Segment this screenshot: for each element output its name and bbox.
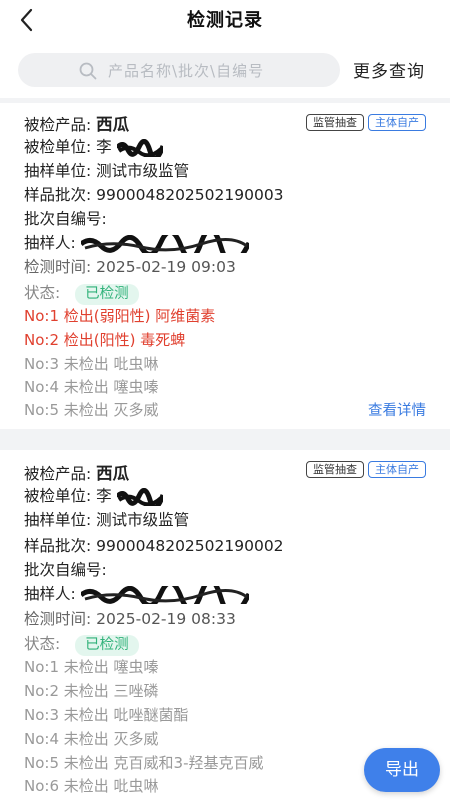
test-item: No:2 检出(阳性) 毒死蜱 xyxy=(24,331,186,349)
tag-group: 监管抽查 主体自产 xyxy=(306,114,426,131)
sampler-label: 抽样人: xyxy=(24,234,76,252)
test-item: No:4 未检出 噻虫嗪 xyxy=(24,378,159,396)
redacted-mark xyxy=(80,585,249,604)
redacted-mark xyxy=(116,487,163,506)
test-item: No:5 未检出 克百威和3-羟基克百威 xyxy=(24,754,264,772)
sampling-unit-value: 测试市级监管 xyxy=(96,162,190,180)
export-button[interactable]: 导出 xyxy=(364,748,440,792)
test-item: No:3 未检出 吡唑醚菌酯 xyxy=(24,706,189,724)
inspected-unit-row: 被检单位: 李 xyxy=(24,484,163,506)
test-item: No:6 未检出 吡虫啉 xyxy=(24,777,159,795)
inspected-unit-value: 李 xyxy=(96,487,112,505)
tag-self-produced: 主体自产 xyxy=(368,114,426,131)
test-item: No:1 检出(弱阳性) 阿维菌素 xyxy=(24,307,216,325)
tag-supervision: 监管抽查 xyxy=(306,461,364,478)
batch-label: 样品批次: xyxy=(24,537,92,555)
inspected-unit-row: 被检单位: 李 xyxy=(24,135,163,157)
sampling-unit-value: 测试市级监管 xyxy=(96,511,190,529)
sampling-unit-row: 抽样单位: 测试市级监管 xyxy=(24,508,189,530)
test-time-label: 检测时间: xyxy=(24,258,92,276)
search-bar: 产品名称\批次\自编号 更多查询 xyxy=(0,40,450,98)
test-item: No:2 未检出 三唑磷 xyxy=(24,682,159,700)
sampling-unit-row: 抽样单位: 测试市级监管 xyxy=(24,159,189,181)
search-icon xyxy=(78,61,98,81)
batch-value: 9900048202502190002 xyxy=(96,537,284,555)
tag-self-produced: 主体自产 xyxy=(368,461,426,478)
batch-row: 样品批次: 9900048202502190002 xyxy=(24,534,284,556)
batch-label: 样品批次: xyxy=(24,186,92,204)
inspected-unit-value: 李 xyxy=(96,138,112,156)
test-time-label: 检测时间: xyxy=(24,610,92,628)
product-label: 被检产品: xyxy=(24,116,92,134)
test-item: No:4 未检出 灭多威 xyxy=(24,730,159,748)
record-card[interactable]: 监管抽查 主体自产 被检产品: 西瓜 被检单位: 李 抽样单位: 测试市级监管 … xyxy=(0,103,450,429)
product-value: 西瓜 xyxy=(96,464,130,483)
redacted-mark xyxy=(80,234,249,253)
product-row: 被检产品: 西瓜 xyxy=(24,111,129,135)
status-badge: 已检测 xyxy=(75,635,139,656)
status-badge: 已检测 xyxy=(75,284,139,305)
sampling-unit-label: 抽样单位: xyxy=(24,162,92,180)
self-no-label: 批次自编号: xyxy=(24,561,107,579)
redacted-mark xyxy=(116,138,163,157)
batch-value: 9900048202502190003 xyxy=(96,186,284,204)
test-item: No:3 未检出 吡虫啉 xyxy=(24,355,159,373)
view-details-link[interactable]: 查看详情 xyxy=(368,399,426,420)
inspected-unit-label: 被检单位: xyxy=(24,487,92,505)
sampler-label: 抽样人: xyxy=(24,585,76,603)
test-item: No:1 未检出 噻虫嗪 xyxy=(24,658,159,676)
more-query-button[interactable]: 更多查询 xyxy=(353,57,425,82)
test-time-value: 2025-02-19 09:03 xyxy=(96,258,236,276)
search-input[interactable]: 产品名称\批次\自编号 xyxy=(18,53,340,87)
product-value: 西瓜 xyxy=(96,115,130,134)
batch-row: 样品批次: 9900048202502190003 xyxy=(24,183,284,205)
self-no-row: 批次自编号: xyxy=(24,558,112,580)
page-title: 检测记录 xyxy=(187,10,263,31)
test-item: No:5 未检出 灭多威 xyxy=(24,401,159,419)
top-bar: 检测记录 xyxy=(0,0,450,40)
product-row: 被检产品: 西瓜 xyxy=(24,460,129,484)
test-time-row: 检测时间: 2025-02-19 09:03 xyxy=(24,255,236,277)
test-time-value: 2025-02-19 08:33 xyxy=(96,610,236,628)
status-label: 状态: xyxy=(24,635,61,653)
status-row: 状态: 已检测 xyxy=(24,632,139,656)
status-row: 状态: 已检测 xyxy=(24,281,139,305)
tag-supervision: 监管抽查 xyxy=(306,114,364,131)
tag-group: 监管抽查 主体自产 xyxy=(306,461,426,478)
product-label: 被检产品: xyxy=(24,465,92,483)
status-label: 状态: xyxy=(24,284,61,302)
sampling-unit-label: 抽样单位: xyxy=(24,511,92,529)
sampler-row: 抽样人: xyxy=(24,231,249,253)
test-time-row: 检测时间: 2025-02-19 08:33 xyxy=(24,607,236,629)
self-no-row: 批次自编号: xyxy=(24,207,112,229)
sampler-row: 抽样人: xyxy=(24,582,249,604)
inspected-unit-label: 被检单位: xyxy=(24,138,92,156)
self-no-label: 批次自编号: xyxy=(24,210,107,228)
search-placeholder: 产品名称\批次\自编号 xyxy=(108,62,265,80)
